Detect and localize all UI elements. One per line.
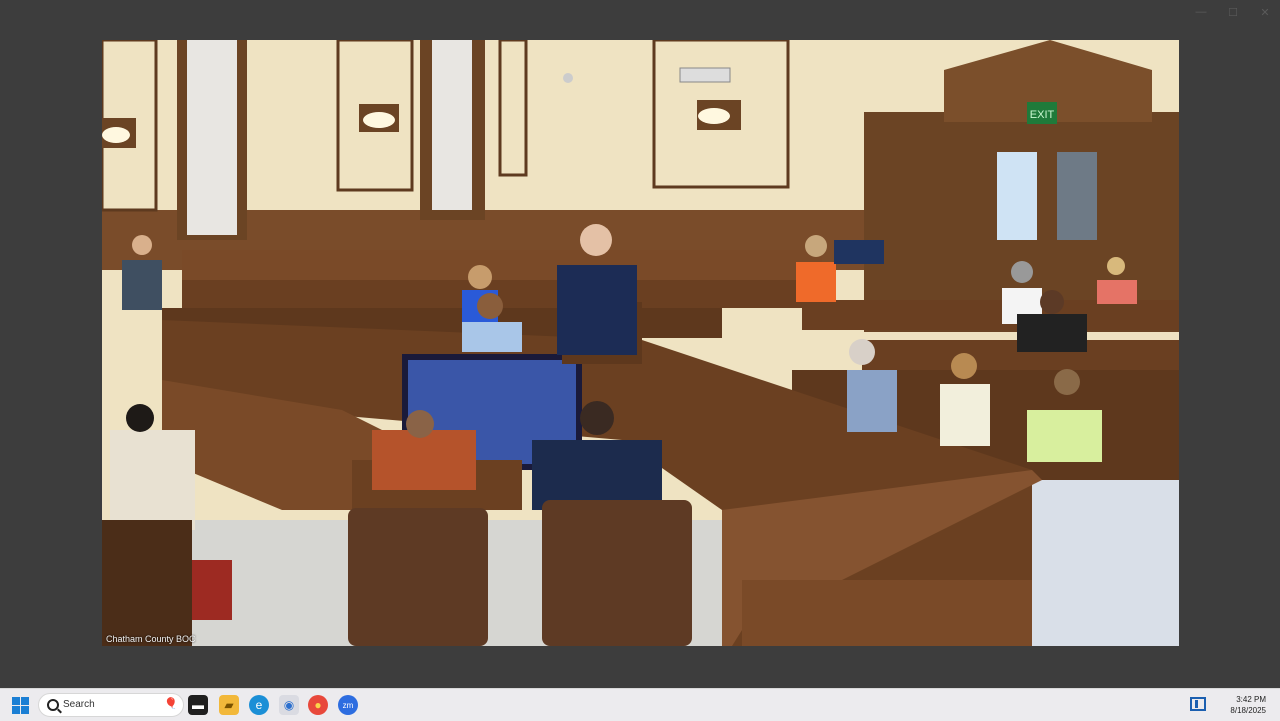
chrome-glyph: ● bbox=[314, 698, 322, 712]
window-controls: — ☐ ✕ bbox=[1194, 6, 1272, 19]
search-highlight-icon: 🎈 bbox=[164, 698, 178, 710]
edge-icon[interactable]: e bbox=[249, 695, 269, 715]
minimize-button[interactable]: — bbox=[1194, 6, 1208, 19]
clock-time: 3:42 PM bbox=[1236, 695, 1266, 704]
windows-logo-icon bbox=[12, 697, 20, 705]
courtroom-scene: EXIT bbox=[102, 40, 1179, 646]
file-explorer-icon[interactable]: ▬ bbox=[188, 695, 208, 715]
windows-start-button[interactable] bbox=[12, 697, 29, 714]
file-explorer-glyph: ▬ bbox=[192, 698, 204, 712]
edge-glyph: e bbox=[255, 698, 263, 712]
active-app-icon[interactable]: ◉ bbox=[279, 695, 299, 715]
taskbar-search-box[interactable]: Search 🎈 bbox=[38, 693, 184, 717]
svg-text:EXIT: EXIT bbox=[1030, 109, 1055, 121]
system-clock[interactable]: 3:42 PM 8/18/2025 bbox=[1230, 694, 1266, 716]
close-button[interactable]: ✕ bbox=[1258, 6, 1272, 19]
clock-date: 8/18/2025 bbox=[1230, 706, 1266, 715]
search-label: Search bbox=[63, 699, 95, 710]
folder-glyph: ▰ bbox=[224, 698, 234, 712]
taskbar: Search 🎈 ▬ ▰ e ◉ ● zm 3:42 PM 8/18/2025 bbox=[0, 688, 1280, 721]
meeting-video[interactable]: EXIT Chatham County BOC bbox=[102, 40, 1179, 646]
search-icon bbox=[47, 699, 59, 711]
chrome-icon[interactable]: ● bbox=[308, 695, 328, 715]
widgets-icon[interactable] bbox=[1190, 697, 1206, 711]
maximize-button[interactable]: ☐ bbox=[1226, 6, 1240, 19]
zoom-glyph: zm bbox=[342, 700, 354, 710]
folder-icon[interactable]: ▰ bbox=[219, 695, 239, 715]
video-caption: Chatham County BOC bbox=[106, 634, 196, 644]
zoom-icon[interactable]: zm bbox=[338, 695, 358, 715]
active-app-glyph: ◉ bbox=[283, 698, 295, 712]
